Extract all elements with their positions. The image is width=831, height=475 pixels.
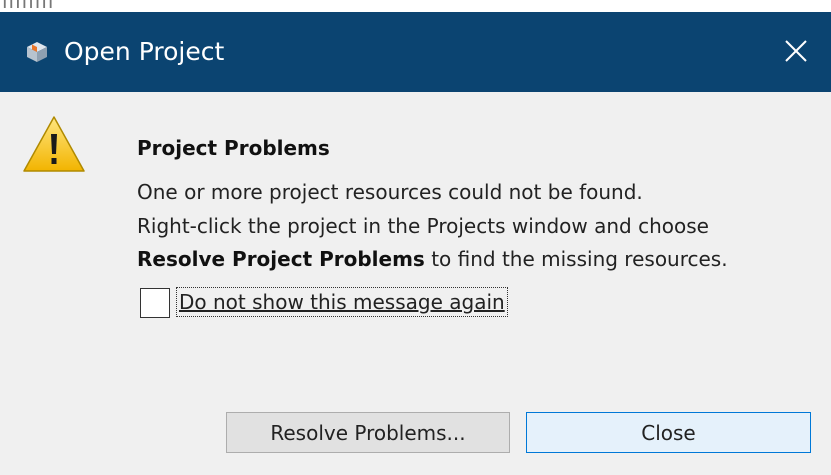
dont-show-again-label[interactable]: Do not show this message again (176, 287, 508, 317)
close-icon[interactable] (779, 34, 813, 68)
dialog-body: Project Problems One or more project res… (0, 92, 831, 475)
message-line-3-rest: to find the missing resources. (424, 247, 728, 271)
close-button[interactable]: Close (526, 412, 811, 453)
message-line-1: One or more project resources could not … (137, 180, 643, 204)
background-window-cut-text: ıııııııı (2, 0, 55, 12)
message-line-3: Resolve Project Problems to find the mis… (137, 245, 728, 273)
project-cube-icon (27, 42, 47, 62)
dialog-titlebar[interactable]: Open Project (0, 12, 831, 92)
message-title: Project Problems (137, 136, 330, 160)
warning-icon (23, 116, 85, 172)
dont-show-again-checkbox[interactable] (140, 288, 170, 318)
screen: ıııııııı Open Project Project Problems O… (0, 0, 831, 475)
resolve-problems-button[interactable]: Resolve Problems... (226, 412, 510, 453)
resolve-project-problems-emphasis: Resolve Project Problems (137, 247, 425, 271)
message-line-2: Right-click the project in the Projects … (137, 214, 709, 238)
dialog-title: Open Project (64, 37, 225, 66)
background-window-strip: ıııııııı (0, 0, 831, 12)
